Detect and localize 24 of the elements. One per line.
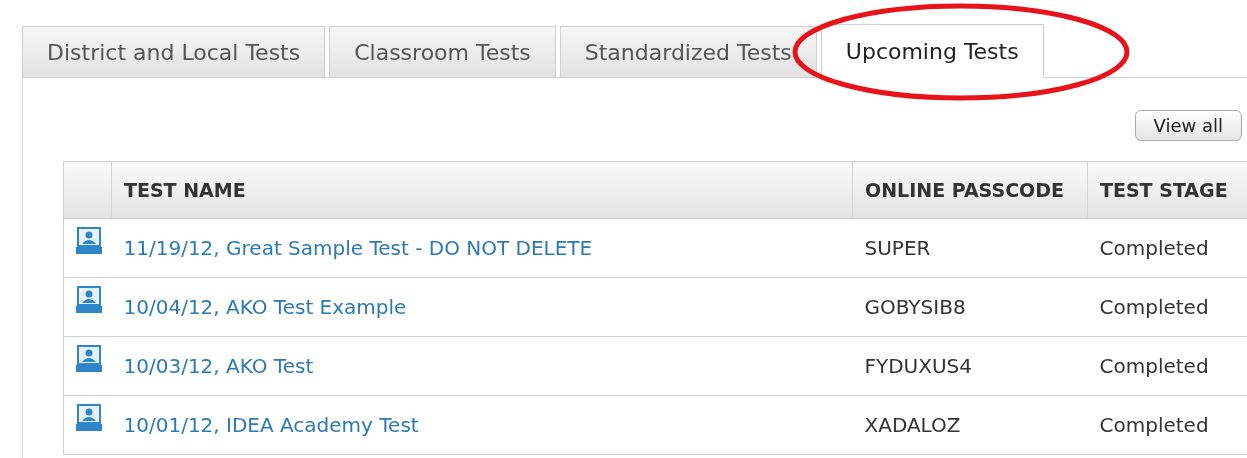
test-name-link[interactable]: 11/19/12, Great Sample Test - DO NOT DELETE	[123, 236, 593, 260]
test-name-link[interactable]: 10/03/12, AKO Test	[123, 354, 314, 378]
tab[interactable]: Standardized Tests	[559, 26, 817, 78]
test-icon	[76, 286, 102, 314]
stage-cell: Completed	[1087, 277, 1247, 337]
passcode-cell: XADALOZ	[852, 395, 1088, 455]
passcode-cell: SUPER	[852, 218, 1088, 278]
stage-cell: Completed	[1087, 218, 1247, 278]
tab[interactable]: Upcoming Tests	[820, 24, 1044, 78]
view-all-button[interactable]: View all	[1134, 110, 1242, 141]
column-header: TEST NAME	[111, 161, 853, 219]
test-name-link[interactable]: 10/01/12, IDEA Academy Test	[123, 413, 419, 437]
tab[interactable]: District and Local Tests	[22, 26, 326, 78]
stage-cell: Completed	[1087, 336, 1247, 396]
passcode-cell: FYDUXUS4	[852, 336, 1088, 396]
passcode-cell: GOBYSIB8	[852, 277, 1088, 337]
test-icon	[76, 227, 102, 255]
test-icon	[76, 404, 102, 432]
stage-cell: Completed	[1087, 395, 1247, 455]
column-header: ONLINE PASSCODE	[852, 161, 1088, 219]
test-name-link[interactable]: 10/04/12, AKO Test Example	[123, 295, 407, 319]
column-header: TEST STAGE	[1087, 161, 1247, 219]
test-icon	[76, 345, 102, 373]
tab[interactable]: Classroom Tests	[329, 26, 556, 78]
